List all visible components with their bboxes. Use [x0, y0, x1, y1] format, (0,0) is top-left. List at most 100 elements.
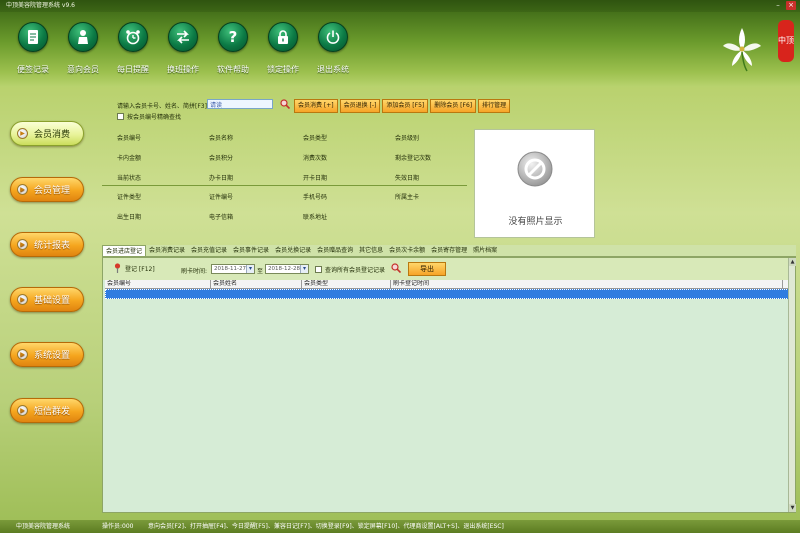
info-label: 会员类型: [303, 135, 328, 142]
tab-recharge-records[interactable]: 会员充值记录: [188, 245, 230, 256]
tab-gift-query[interactable]: 会员赠品查询: [314, 245, 356, 256]
lily-flower-icon: [722, 26, 762, 74]
sidebar-item-system-settings[interactable]: ▶ 系统设置: [10, 342, 84, 367]
scroll-down-icon[interactable]: ▼: [789, 504, 796, 512]
checkbox-box[interactable]: [315, 266, 322, 273]
checkbox-box[interactable]: [117, 113, 124, 120]
column-header[interactable]: 会员编号: [105, 280, 211, 288]
sidebar-item-label: 系统设置: [34, 351, 71, 361]
column-header[interactable]: 刷卡登记时间: [391, 280, 783, 288]
ranking-management-button[interactable]: 排行管理: [478, 99, 511, 113]
swipe-time-label: 刷卡时间:: [181, 268, 208, 275]
column-header[interactable]: 会员姓名: [211, 280, 302, 288]
records-content: 登记 [F12] 刷卡时间: 2018-11-27 ▾ 至 2018-12-28…: [102, 257, 796, 513]
info-label: 手机号码: [303, 194, 328, 201]
date-to-picker[interactable]: 2018-12-28 ▾: [265, 264, 309, 274]
info-label: 电子信箱: [209, 214, 234, 221]
search-input[interactable]: [207, 99, 273, 109]
sidebar-item-basic-settings[interactable]: ▶ 基础设置: [10, 287, 84, 312]
table-header: 会员编号 会员姓名 会员类型 刷卡登记时间: [105, 280, 793, 289]
tab-card-balance[interactable]: 会员次卡余额: [386, 245, 428, 256]
arrow-right-icon: ▶: [17, 294, 28, 305]
close-icon[interactable]: ×: [786, 1, 796, 10]
register-label: 登记 [F12]: [125, 265, 155, 273]
toolbar-prospect-member-button[interactable]: 意向会员: [58, 22, 108, 75]
arrow-right-icon: ▶: [17, 128, 28, 139]
minimize-icon[interactable]: –: [773, 1, 783, 10]
column-header[interactable]: 会员类型: [302, 280, 391, 288]
scroll-up-icon[interactable]: ▲: [789, 258, 796, 266]
sidebar-item-member-management[interactable]: ▶ 会员管理: [10, 177, 84, 202]
info-label: 当前状态: [117, 175, 142, 182]
notepad-icon: [18, 22, 48, 52]
tab-exchange-records[interactable]: 会员兑换记录: [272, 245, 314, 256]
sidebar-item-label: 会员管理: [34, 186, 71, 196]
query-all-checkbox[interactable]: 查询所有会员登记记录: [315, 265, 385, 274]
toolbar-label: 换班操作: [167, 65, 199, 74]
table-row[interactable]: [105, 289, 793, 299]
member-icon: [68, 22, 98, 52]
member-info-grid: 会员编号 会员名称 会员类型 会员级别 卡内金额 会员积分 消费次数 剩余登记次…: [102, 128, 467, 240]
tab-store-visit-register[interactable]: 会员进店登记: [102, 245, 147, 256]
vertical-scrollbar[interactable]: ▲ ▼: [788, 258, 796, 512]
member-refund-button[interactable]: 会员退换 [-]: [339, 99, 381, 113]
toolbar-exit-button[interactable]: 退出系统: [308, 22, 358, 75]
info-label: 出生日期: [117, 214, 142, 221]
precise-search-checkbox[interactable]: 按会员编号精确查找: [117, 112, 181, 121]
export-button[interactable]: 导出: [408, 262, 446, 276]
toolbar-notes-button[interactable]: 便签记录: [8, 22, 58, 75]
filter-bar: 登记 [F12] 刷卡时间: 2018-11-27 ▾ 至 2018-12-28…: [103, 258, 795, 280]
date-from-value: 2018-11-27: [214, 266, 246, 272]
status-bar: 中顶美容院管理系统 操作员:000 意向会员[F2]、打开抽屉[F4]、今日提醒…: [0, 520, 800, 533]
delete-member-button[interactable]: 删除会员 [F6]: [430, 99, 477, 113]
info-label: 会员名称: [209, 135, 234, 142]
lock-icon: [268, 22, 298, 52]
sidebar-item-member-consumption[interactable]: ▶ 会员消费: [10, 121, 84, 146]
toolbar-daily-reminder-button[interactable]: 每日提醒: [108, 22, 158, 75]
chevron-down-icon[interactable]: ▾: [300, 265, 308, 273]
date-from-picker[interactable]: 2018-11-27 ▾: [211, 264, 255, 274]
help-icon: ?: [218, 22, 248, 52]
toolbar-label: 退出系统: [317, 65, 349, 74]
info-label: 会员级别: [395, 135, 420, 142]
tab-photo-archive[interactable]: 照片档案: [470, 245, 500, 256]
status-shortcuts: 意向会员[F2]、打开抽屉[F4]、今日提醒[F5]、兼容日记[F7]、切换登录…: [148, 523, 504, 530]
chevron-down-icon[interactable]: ▾: [246, 265, 254, 273]
member-search-panel: 请输入会员卡号、姓名、简拼[F3] 按会员编号精确查找 会员消费 [+] 会员退…: [102, 96, 796, 126]
title-bar: 中顶美容院管理系统 v9.6 – ×: [0, 0, 800, 12]
toolbar-shift-change-button[interactable]: 换班操作: [158, 22, 208, 75]
info-label: 开卡日期: [303, 175, 328, 182]
no-photo-text: 没有照片显示: [508, 217, 563, 227]
register-button[interactable]: 登记 [F12]: [113, 263, 155, 273]
sidebar-item-sms-broadcast[interactable]: ▶ 短信群发: [10, 398, 84, 423]
register-table: 会员编号 会员姓名 会员类型 刷卡登记时间: [105, 280, 793, 299]
arrow-right-icon: ▶: [17, 405, 28, 416]
register-pin-icon: [114, 263, 121, 273]
date-to-value: 2018-12-28: [268, 266, 300, 272]
tab-storage-management[interactable]: 会员寄存管理: [428, 245, 470, 256]
toolbar-help-button[interactable]: ? 软件帮助: [208, 22, 258, 75]
info-label: 剩余登记次数: [395, 155, 432, 162]
power-icon: [318, 22, 348, 52]
date-separator: 至: [257, 268, 264, 275]
record-tabs: 会员进店登记 会员消费记录 会员充值记录 会员事件记录 会员兑换记录 会员赠品查…: [102, 245, 796, 257]
member-consume-button[interactable]: 会员消费 [+]: [294, 99, 338, 113]
toolbar-label: 软件帮助: [217, 65, 249, 74]
info-label: 证件编号: [209, 194, 234, 201]
sidebar-item-statistics-report[interactable]: ▶ 统计报表: [10, 232, 84, 257]
search-icon[interactable]: [391, 263, 402, 275]
alarm-clock-icon: [118, 22, 148, 52]
add-member-button[interactable]: 添加会员 [F5]: [382, 99, 429, 113]
search-icon[interactable]: [280, 99, 291, 111]
info-label: 证件类型: [117, 194, 142, 201]
shift-arrows-icon: [168, 22, 198, 52]
precise-search-label: 按会员编号精确查找: [127, 114, 182, 121]
tab-event-records[interactable]: 会员事件记录: [230, 245, 272, 256]
tab-consumption-records[interactable]: 会员消费记录: [146, 245, 188, 256]
search-label: 请输入会员卡号、姓名、简拼[F3]: [117, 103, 207, 110]
tab-other-info[interactable]: 其它信息: [356, 245, 386, 256]
toolbar-label: 锁定操作: [267, 65, 299, 74]
toolbar-lock-button[interactable]: 锁定操作: [258, 22, 308, 75]
app-window: 中顶美容院管理系统 v9.6 – × 便签记录 意向会员 每日提醒 换班操作 ?…: [0, 0, 800, 533]
sidebar-item-label: 基础设置: [34, 296, 71, 306]
